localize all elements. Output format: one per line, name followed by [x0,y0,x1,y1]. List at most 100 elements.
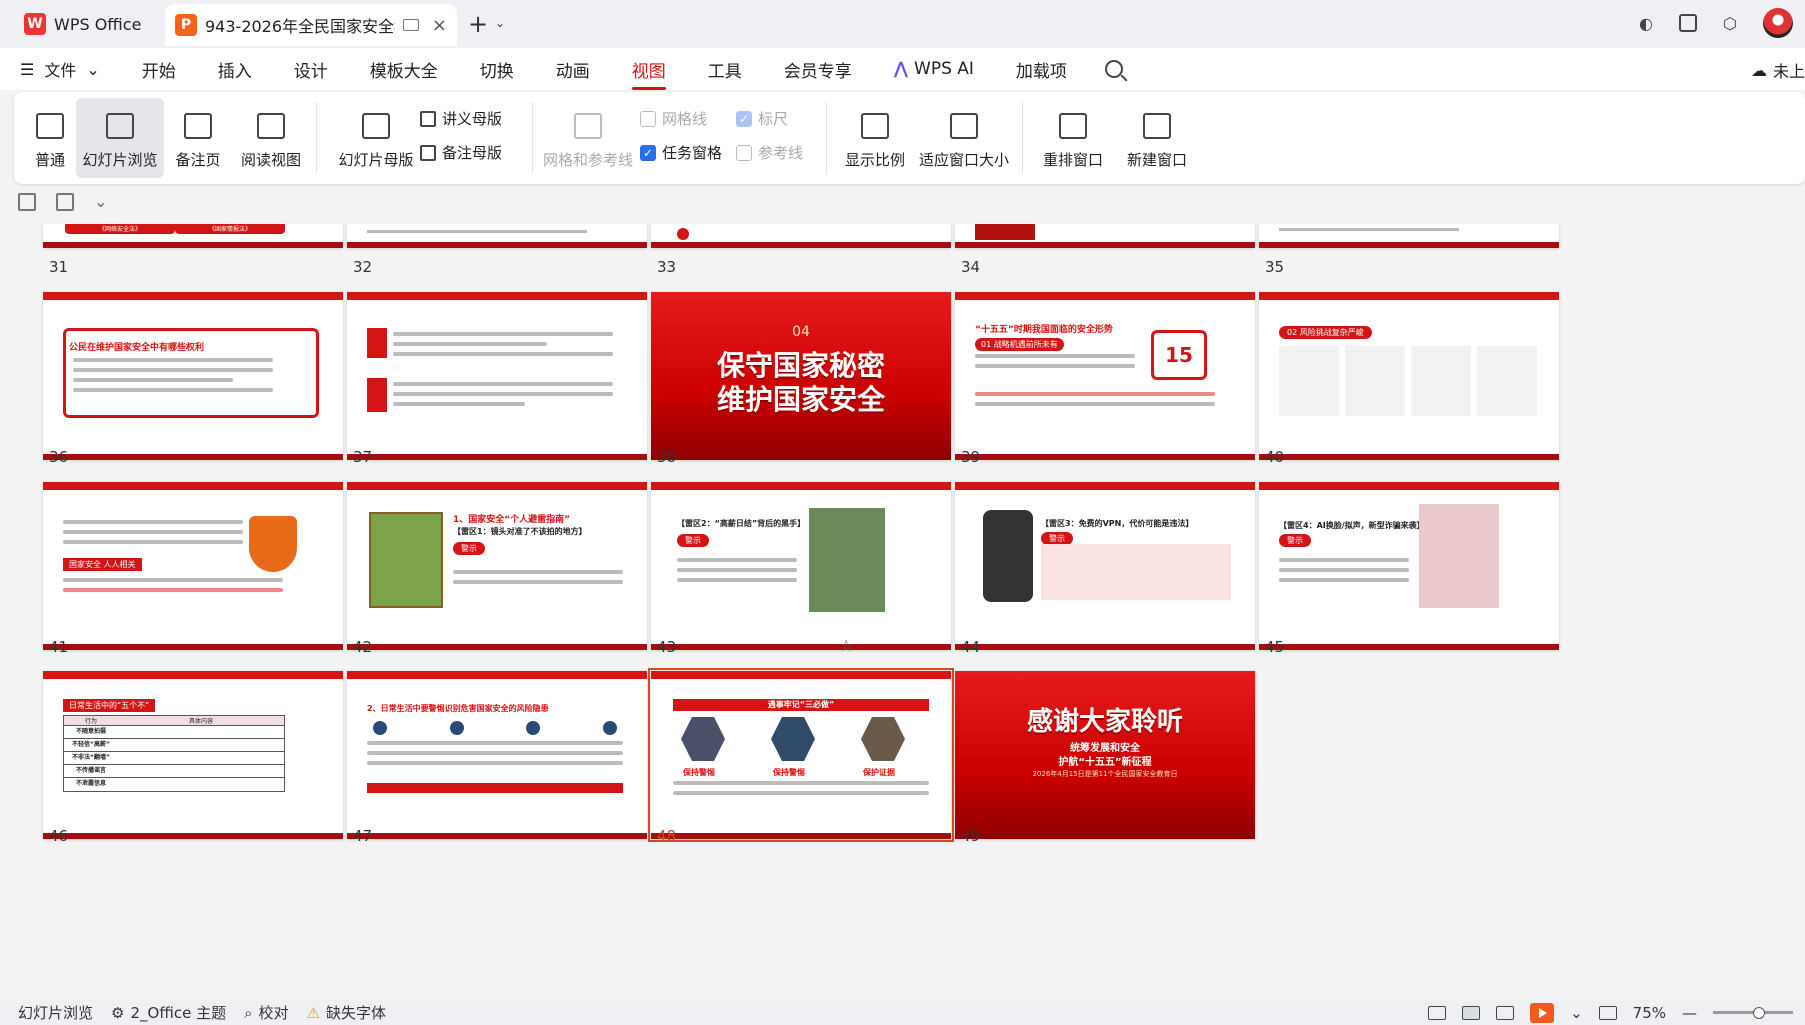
file-menu[interactable]: ☰ 文件 ⌄ [20,57,100,81]
proofing-button[interactable]: ⌕ 校对 [244,1002,288,1023]
reading-view-button[interactable]: 阅读视图 [236,98,306,178]
window-switch-icon[interactable] [1679,14,1697,32]
notes-page-button[interactable]: 备注页 [170,98,226,178]
guides-checkbox[interactable]: 参考线 [736,142,803,163]
new-window-button[interactable]: 新建窗口 [1122,98,1192,178]
crop-icon[interactable] [18,192,36,211]
slide-number: 38 [657,448,677,466]
slide-number: 35 [1265,258,1285,276]
slide-thumbnail[interactable] [347,292,647,460]
save-icon[interactable] [56,192,74,211]
zoom-out-icon[interactable]: — [1682,1004,1697,1022]
slide-thumbnail[interactable]: 感谢大家聆听 统筹发展和安全 护航“十五五”新征程 2026年4月15日是第11… [955,671,1255,839]
close-tab-icon[interactable]: × [432,15,447,36]
reading-view-icon[interactable] [1496,1005,1515,1020]
menu-home[interactable]: 开始 [142,57,176,82]
menu-design[interactable]: 设计 [294,57,328,82]
slide-thumbnail[interactable]: 【雷区3：免费的VPN，代价可能是违法】 警示 [955,482,1255,650]
slide-thumbnail[interactable]: 2、日常生活中要警惕识别危害国家安全的风险隐患 [347,671,647,839]
slide-thumbnail[interactable] [347,224,647,248]
zoom-button[interactable]: 显示比例 [840,98,910,178]
slide-title: 2、日常生活中要警惕识别危害国家安全的风险隐患 [367,704,549,713]
slide-thumbnail[interactable]: 02 风险挑战复杂严峻 [1259,292,1559,460]
slide-thumbnail[interactable]: 国家安全 人人相关 [43,482,343,650]
slide-thumbnail[interactable]: 《网络安全法》 《国家情报法》 [43,224,343,248]
slide-thumbnail-selected[interactable]: 遇事牢记“三必做” 保持警惕 保持警惕 保护证据 [648,668,954,842]
cube-icon[interactable]: ⬡ [1717,10,1743,36]
grid-and-guides-button[interactable]: 网格和参考线 [538,98,638,178]
task-pane-check[interactable]: ✓ [640,144,656,161]
ruler-checkbox[interactable]: ✓ 标尺 [736,108,788,129]
handout-master-button[interactable]: 讲义母版 [420,108,502,129]
zoom-level[interactable]: 75% [1633,1004,1666,1022]
slide-thumbnail[interactable]: 04 保守国家秘密 维护国家安全 [651,292,951,460]
star-icon[interactable]: ☆ [839,636,853,655]
menu-insert[interactable]: 插入 [218,57,252,82]
slide-thumbnail[interactable]: 【雷区2：“高薪日结”背后的黑手】 警示 [651,482,951,650]
document-tab[interactable]: P 943-2026年全民国家安全教育日 × [165,4,457,46]
normal-view-icon[interactable] [1428,1005,1447,1020]
menu-tools[interactable]: 工具 [708,57,742,82]
slide-caption: 保护证据 [863,768,895,777]
book-icon [257,113,285,139]
slide-thumbnail[interactable]: “十五五”时期我国面临的安全形势 01 战略机遇前所未有 15 [955,292,1255,460]
slide-thumbnail[interactable] [1259,224,1559,248]
chevron-down-icon[interactable]: ⌄ [1570,1004,1583,1022]
avatar[interactable] [1763,8,1793,38]
menu-templates[interactable]: 模板大全 [370,57,438,82]
menu-bar: ☰ 文件 ⌄ 开始 插入 设计 模板大全 切换 动画 视图 工具 会员专享 ⋀ … [0,48,1805,90]
fit-window-button[interactable]: 适应窗口大小 [916,98,1012,178]
play-slideshow-icon[interactable] [1530,1002,1555,1023]
slide-footer-bar [43,644,343,650]
assistant-icon[interactable]: ◐ [1633,10,1659,36]
ribbon-view: 普通 幻灯片浏览 备注页 阅读视图 幻灯片母版 讲义母版 备注母版 网格和参考线… [14,92,1805,184]
monitor-icon[interactable] [403,19,419,31]
presentation-icon: P [175,14,197,36]
zoom-slider[interactable] [1713,1007,1793,1019]
notes-master-button[interactable]: 备注母版 [420,142,502,163]
menu-view[interactable]: 视图 [631,57,666,90]
normal-view-button[interactable]: 普通 [28,98,72,178]
slide-number: 32 [353,258,373,276]
slide-thumbnail[interactable]: 公民在维护国家安全中有哪些权利 [43,292,343,460]
theme-button[interactable]: ⚙ 2_Office 主题 [111,1002,226,1023]
slide-footer-bar [43,242,343,248]
slide-thumbnail[interactable]: 日常生活中的“五个不” 行为 具体内容 不随意拍摄 不轻信“高薪” 不非法“翻墙”… [43,671,343,839]
slide-thumbnail[interactable]: 【雷区4：AI换脸/拟声，新型诈骗来袭】 警示 [1259,482,1559,650]
task-pane-checkbox[interactable]: ✓ 任务窗格 [640,142,722,163]
slide-thumbnail[interactable]: 1、国家安全“个人避雷指南” 【雷区1：镜头对准了不该拍的地方】 警示 [347,482,647,650]
menu-transitions[interactable]: 切换 [480,57,514,82]
slide-text-line [1279,558,1409,562]
quick-toolbar: ⌄ [18,192,107,211]
guides-check[interactable] [736,144,752,161]
search-icon[interactable] [1104,60,1123,78]
menu-animations[interactable]: 动画 [556,57,590,82]
new-tab-menu-icon[interactable]: ⌄ [495,16,505,30]
quick-toolbar-menu-icon[interactable]: ⌄ [94,192,107,211]
slide-footer-bar [955,242,1255,248]
slide-sorter-icon [106,113,134,139]
fit-window-icon[interactable] [1598,1005,1617,1020]
slide-subtitle: 统筹发展和安全 [1070,743,1140,754]
slide-bullet [677,228,689,240]
new-tab-button[interactable]: + [468,10,488,38]
missing-font-button[interactable]: ⚠ 缺失字体 [307,1002,386,1023]
gridlines-check[interactable] [640,110,656,127]
slide-text-line [453,570,623,574]
ruler-check[interactable]: ✓ [736,110,752,127]
slide-sorter-button[interactable]: 幻灯片浏览 [76,98,164,178]
warning-icon: ⚠ [306,1003,320,1022]
menu-wps-ai[interactable]: ⋀ WPS AI [894,59,974,79]
slide-thumbnail[interactable] [651,224,951,248]
slide-title: 【雷区2：“高薪日结”背后的黑手】 [677,519,806,528]
app-home-tab[interactable]: W WPS Office [10,6,160,42]
menu-member[interactable]: 会员专享 [784,57,852,82]
gridlines-checkbox[interactable]: 网格线 [640,108,707,129]
slide-master-button[interactable]: 幻灯片母版 [330,98,422,178]
arrange-window-label: 重排窗口 [1042,151,1103,169]
slide-sorter-icon[interactable] [1462,1005,1481,1020]
cloud-status[interactable]: ☁ 未上 [1751,58,1805,82]
slide-thumbnail[interactable] [955,224,1255,248]
arrange-window-button[interactable]: 重排窗口 [1034,98,1112,178]
menu-addins[interactable]: 加载项 [1016,57,1067,82]
